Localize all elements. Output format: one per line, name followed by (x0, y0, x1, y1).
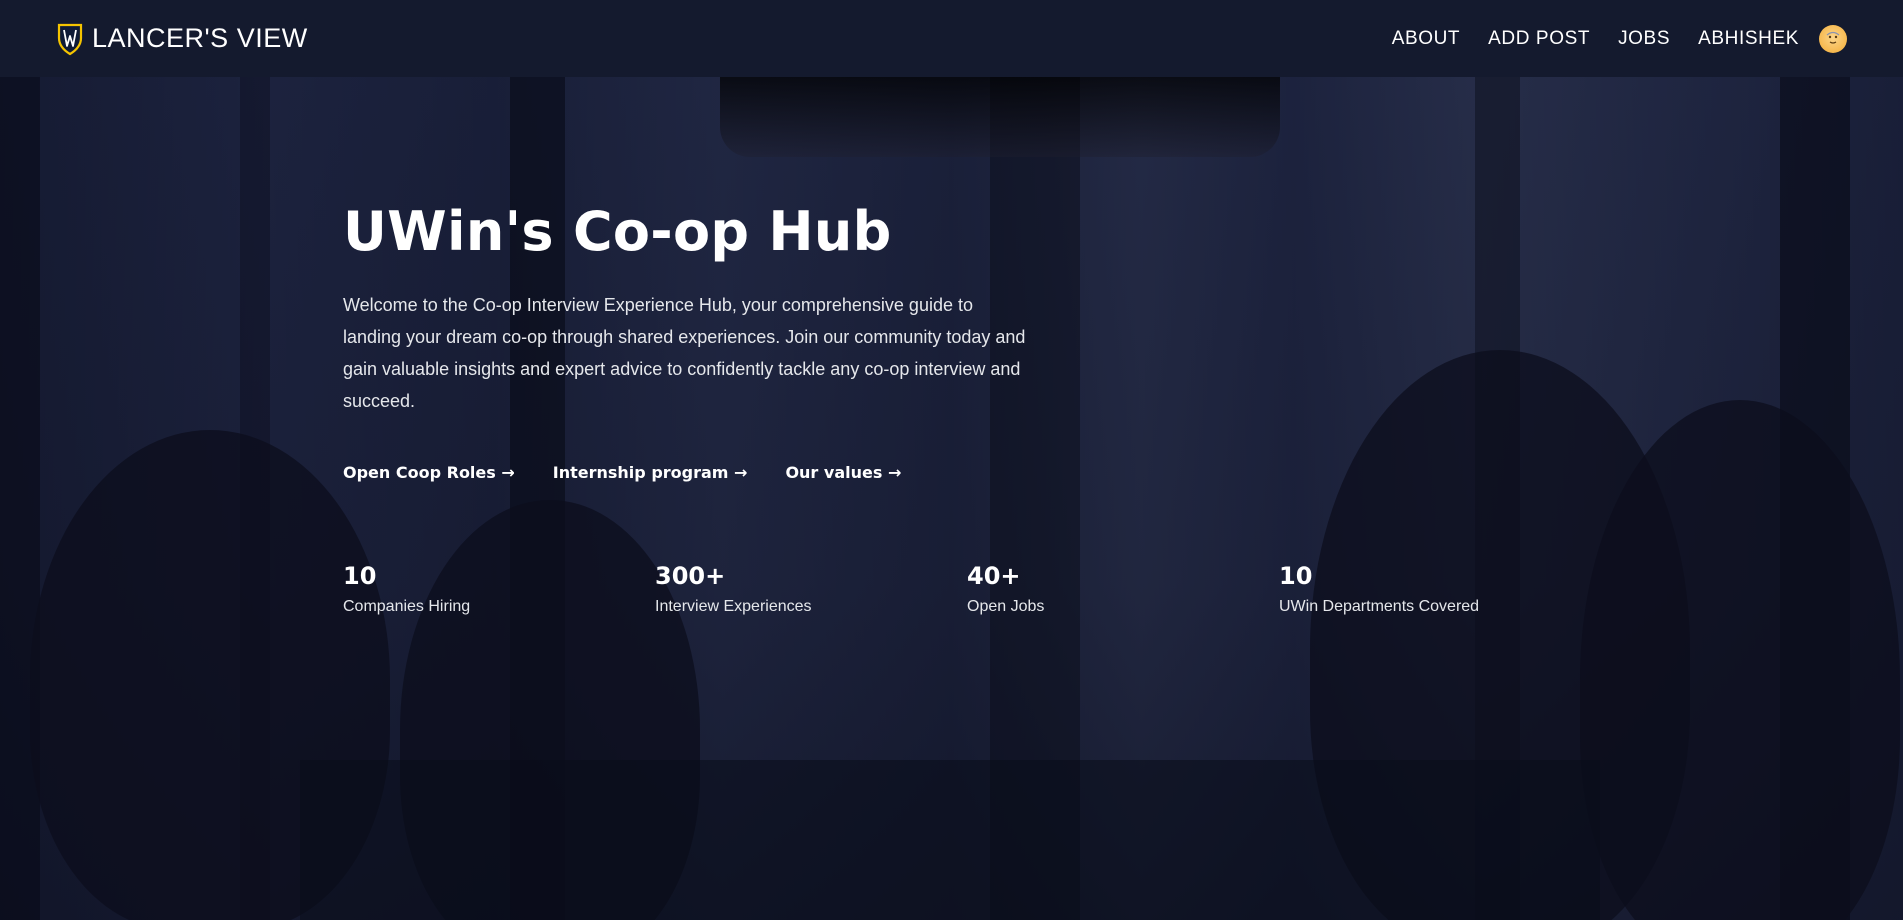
brand-home-link[interactable]: LANCER'S VIEW (56, 22, 308, 56)
internship-program-link[interactable]: Internship program → (553, 463, 748, 482)
page-title: UWin's Co-op Hub (343, 200, 892, 263)
stat-companies-hiring: 10 Companies Hiring (343, 562, 655, 616)
stat-value: 300+ (655, 562, 726, 590)
stat-value: 10 (1279, 562, 1313, 590)
top-navbar: LANCER'S VIEW ABOUT ADD POST JOBS ABHISH… (0, 0, 1903, 77)
brand-name: LANCER'S VIEW (92, 23, 308, 53)
hero-section: UWin's Co-op Hub Welcome to the Co-op In… (343, 200, 1643, 616)
stat-label: Open Jobs (967, 598, 1045, 615)
user-avatar-icon[interactable] (1819, 24, 1847, 53)
stat-value: 10 (343, 562, 377, 590)
background-lamp (720, 77, 1280, 157)
stat-departments-covered: 10 UWin Departments Covered (1279, 562, 1591, 616)
stat-interview-experiences: 300+ Interview Experiences (655, 562, 967, 616)
main-nav: ABOUT ADD POST JOBS ABHISHEK (1392, 24, 1847, 53)
nav-add-post-link[interactable]: ADD POST (1488, 28, 1590, 50)
background-shade (0, 77, 40, 920)
nav-jobs-link[interactable]: JOBS (1618, 28, 1670, 50)
hero-links: Open Coop Roles → Internship program → O… (343, 463, 1643, 482)
background-table (300, 760, 1600, 920)
stats-row: 10 Companies Hiring 300+ Interview Exper… (343, 562, 1643, 616)
nav-about-link[interactable]: ABOUT (1392, 28, 1460, 50)
stat-open-jobs: 40+ Open Jobs (967, 562, 1279, 616)
hero-description: Welcome to the Co-op Interview Experienc… (343, 295, 1026, 411)
stat-label: UWin Departments Covered (1279, 598, 1480, 615)
our-values-link[interactable]: Our values → (785, 463, 901, 482)
open-coop-roles-link[interactable]: Open Coop Roles → (343, 463, 515, 482)
stat-value: 40+ (967, 562, 1021, 590)
page: LANCER'S VIEW ABOUT ADD POST JOBS ABHISH… (0, 0, 1903, 920)
stat-label: Companies Hiring (343, 598, 471, 615)
nav-user-link[interactable]: ABHISHEK (1698, 28, 1799, 50)
stat-label: Interview Experiences (655, 598, 812, 615)
shield-logo-icon (56, 22, 84, 56)
